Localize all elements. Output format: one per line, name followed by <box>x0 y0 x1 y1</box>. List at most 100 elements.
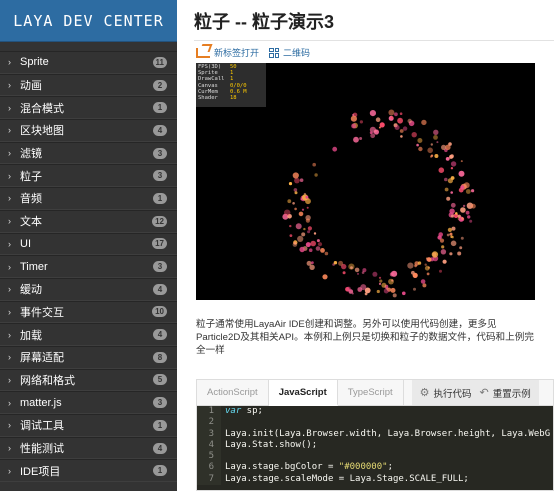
chevron-right-icon: › <box>8 216 11 227</box>
code-content: Laya.stage.scaleMode = Laya.Stage.SCALE_… <box>225 473 469 484</box>
code-content: Laya.Stat.show(); <box>225 439 318 450</box>
sidebar-item[interactable]: › 调试工具 1 <box>0 414 177 437</box>
sidebar-item-label: 事件交互 <box>20 306 64 319</box>
sidebar-item[interactable]: › UI 17 <box>0 232 177 256</box>
sidebar-item[interactable]: › Sprite 11 <box>0 51 177 74</box>
chevron-right-icon: › <box>8 148 11 159</box>
sidebar-item[interactable]: › 滤镜 3 <box>0 141 177 165</box>
particle <box>439 238 445 243</box>
particle <box>390 116 394 119</box>
particle <box>450 240 457 247</box>
logo[interactable]: LAYA DEV CENTER <box>0 0 177 42</box>
particle <box>447 227 452 232</box>
particle <box>458 170 465 177</box>
particle <box>407 118 412 124</box>
particle <box>333 261 338 265</box>
demo-canvas[interactable]: FPS(3D) 50 Sprite 1 DrawCall 1 Canvas 0/0/0 CurM… <box>196 63 535 300</box>
qrcode-button[interactable]: 二维码 <box>269 46 310 59</box>
tab-actionscript[interactable]: ActionScript <box>197 380 269 405</box>
sidebar-item[interactable]: › 动画 2 <box>0 73 177 97</box>
sidebar-item[interactable]: › 缓动 4 <box>0 277 177 301</box>
code-line: 4 Laya.Stat.show(); <box>197 439 553 452</box>
demo-description: 粒子通常使用LayaAir IDE创建和调整。另外可以使用代码创建，更多见Par… <box>196 319 534 356</box>
code-keyword: var <box>225 406 242 416</box>
sidebar-item[interactable]: › matter.js 3 <box>0 391 177 414</box>
sidebar-item[interactable]: › 文本 12 <box>0 209 177 233</box>
sidebar-item[interactable]: › 屏幕适配 8 <box>0 345 177 369</box>
particle <box>315 246 321 251</box>
sidebar-item-label: 性能测试 <box>20 443 64 456</box>
particle <box>460 207 466 213</box>
particle <box>305 218 310 223</box>
sidebar-item-label: 文本 <box>20 216 42 229</box>
sidebar-item[interactable]: › 性能测试 4 <box>0 436 177 460</box>
qrcode-icon <box>269 47 280 58</box>
sidebar-item-label: 网络和格式 <box>20 374 75 387</box>
chevron-right-icon: › <box>8 397 11 408</box>
particle <box>416 143 419 147</box>
sidebar-item[interactable]: › Timer 3 <box>0 255 177 278</box>
particle <box>394 112 398 117</box>
particle <box>450 214 455 218</box>
chevron-right-icon: › <box>8 329 11 340</box>
particle <box>294 207 297 211</box>
particle <box>413 287 416 291</box>
count-badge: 3 <box>153 147 167 159</box>
main-content: 粒子 -- 粒子演示3 新标签打开 二维码 FPS(3D) 50 Sprite 1 Dr… <box>177 0 554 491</box>
particle <box>292 202 295 205</box>
particle <box>450 176 455 180</box>
sidebar-item[interactable]: › IDE项目 1 <box>0 459 177 483</box>
tab-javascript[interactable]: JavaScript <box>268 380 338 406</box>
sidebar-item[interactable]: › 粒子 3 <box>0 164 177 188</box>
code-line: 1 var sp; <box>197 406 553 418</box>
particle <box>294 177 300 184</box>
stats-row: Shader 18 <box>198 95 264 101</box>
particle <box>449 208 455 214</box>
count-badge: 1 <box>153 192 167 204</box>
particle <box>449 232 453 236</box>
particle <box>399 129 404 133</box>
external-link-icon <box>196 47 210 58</box>
particle <box>394 125 400 130</box>
code-text: Laya.stage.bgColor = "#000000"; <box>221 462 393 473</box>
sidebar-item-label: Sprite <box>20 56 49 69</box>
open-new-tab-button[interactable]: 新标签打开 <box>196 46 259 59</box>
sidebar-item[interactable]: › 加载 4 <box>0 323 177 346</box>
sidebar-item[interactable]: › 事件交互 10 <box>0 300 177 324</box>
particle <box>465 210 470 215</box>
particle <box>322 274 328 280</box>
particle <box>388 278 394 285</box>
code-content: Laya.stage.bgColor = <box>225 462 339 473</box>
code-string: "#000000" <box>338 462 388 473</box>
run-code-button[interactable]: ⚙ 执行代码 <box>420 386 472 400</box>
particle <box>421 119 427 126</box>
sidebar-item[interactable]: › 区块地图 4 <box>0 119 177 142</box>
particle <box>430 143 433 146</box>
particle <box>451 226 456 231</box>
sidebar-item-label: UI <box>20 237 31 250</box>
particle <box>392 293 397 298</box>
chevron-right-icon: › <box>8 261 11 272</box>
particle <box>436 141 439 144</box>
tab-typescript[interactable]: TypeScript <box>338 380 404 405</box>
sidebar-item[interactable]: › 音频 1 <box>0 187 177 210</box>
particle <box>422 283 427 288</box>
code-editor[interactable]: 1 var sp; 2 3 Laya.init(Laya.Browser.width, … <box>197 406 553 490</box>
sidebar-item-label: 动画 <box>20 80 42 93</box>
count-badge: 12 <box>152 215 167 227</box>
particle <box>351 123 357 129</box>
sidebar-item[interactable]: › 混合模式 1 <box>0 96 177 120</box>
page-title: 粒子 -- 粒子演示3 <box>194 12 335 32</box>
particle <box>369 110 376 117</box>
particle <box>312 162 316 167</box>
particle <box>316 239 320 243</box>
particle <box>289 224 292 228</box>
particle <box>378 126 381 129</box>
undo-arrow-icon: ↶ <box>479 387 489 399</box>
reset-example-button[interactable]: ↶ 重置示例 <box>480 386 531 400</box>
sidebar-item[interactable]: › 网络和格式 5 <box>0 368 177 392</box>
demo-toolbar: 新标签打开 二维码 <box>196 46 310 59</box>
count-badge: 4 <box>153 283 167 295</box>
sidebar-item-label: 调试工具 <box>20 420 64 433</box>
